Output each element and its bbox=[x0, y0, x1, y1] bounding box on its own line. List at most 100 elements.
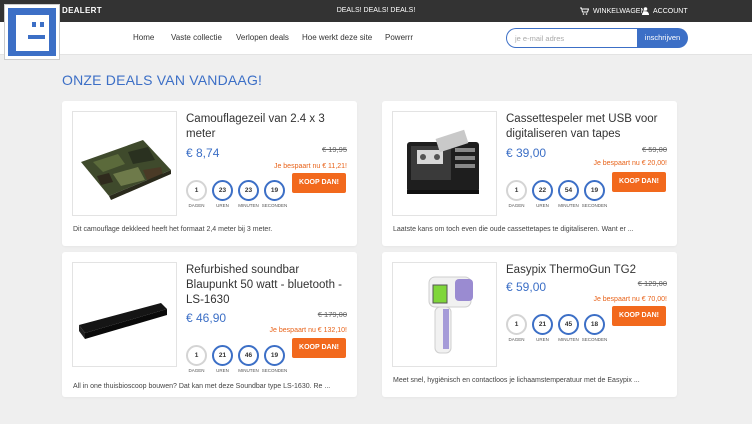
deal-price: € 46,90 bbox=[186, 311, 227, 325]
main-nav: Home Vaste collectie Verlopen deals Hoe … bbox=[0, 22, 752, 55]
cart-icon bbox=[580, 7, 589, 15]
timer-days-value: 1 bbox=[506, 180, 527, 201]
cart-link[interactable]: WINKELWAGEN bbox=[580, 7, 646, 15]
timer-seconds-label: SECONDEN bbox=[581, 337, 608, 342]
timer-days-label: DAGEN bbox=[188, 203, 205, 208]
old-price: € 59,00 bbox=[641, 145, 667, 154]
timer-seconds: 19 SECONDEN bbox=[582, 180, 607, 208]
cart-label: WINKELWAGEN bbox=[593, 7, 646, 15]
timer-days: 1 DAGEN bbox=[506, 180, 527, 208]
timer-minutes-label: MINUTEN bbox=[558, 203, 579, 208]
account-label: ACCOUNT bbox=[653, 7, 688, 15]
timer-minutes: 46 MINUTEN bbox=[238, 345, 259, 373]
nav-item-hoe-werkt[interactable]: Hoe werkt deze site bbox=[302, 33, 372, 42]
timer-minutes-label: MINUTEN bbox=[238, 368, 259, 373]
timer-days-value: 1 bbox=[186, 180, 207, 201]
deal-description: All in one thuisbioscoop bouwen? Dat kan… bbox=[73, 383, 331, 390]
subscribe-button[interactable]: inschrijven bbox=[637, 28, 688, 48]
timer-days-label: DAGEN bbox=[188, 368, 205, 373]
timer-seconds-value: 19 bbox=[264, 345, 285, 366]
countdown: 1 DAGEN 21 UREN 45 MINUTEN 18 SECONDEN bbox=[506, 314, 607, 342]
timer-days-value: 1 bbox=[506, 314, 527, 335]
timer-hours-value: 21 bbox=[532, 314, 553, 335]
timer-minutes: 23 MINUTEN bbox=[238, 180, 259, 208]
buy-button[interactable]: KOOP DAN! bbox=[612, 306, 666, 326]
nav-item-powerrr[interactable]: Powerrr bbox=[385, 33, 413, 42]
old-price: € 179,00 bbox=[317, 310, 347, 319]
old-price: € 19,95 bbox=[321, 145, 347, 154]
deal-card[interactable]: Cassettespeler met USB voor digitalisere… bbox=[382, 101, 677, 246]
timer-seconds: 19 SECONDEN bbox=[262, 180, 287, 208]
timer-seconds-label: SECONDEN bbox=[261, 368, 288, 373]
thermometer-gun-image bbox=[428, 276, 473, 354]
countdown: 1 DAGEN 22 UREN 54 MINUTEN 19 SECONDEN bbox=[506, 180, 607, 208]
buy-button[interactable]: KOOP DAN! bbox=[612, 172, 666, 192]
countdown: 1 DAGEN 21 UREN 46 MINUTEN 19 SECONDEN bbox=[186, 345, 287, 373]
nav-item-vaste-collectie[interactable]: Vaste collectie bbox=[171, 33, 222, 42]
buy-button[interactable]: KOOP DAN! bbox=[292, 338, 346, 358]
product-image[interactable] bbox=[72, 262, 177, 367]
timer-hours-label: UREN bbox=[536, 203, 549, 208]
top-bar: DEALERT DEALS! DEALS! DEALS! WINKELWAGEN… bbox=[0, 0, 752, 22]
email-input[interactable]: je e-mail adres bbox=[506, 28, 638, 48]
savings-text: Je bespaart nu € 132,10! bbox=[269, 327, 347, 334]
deal-card[interactable]: Refurbished soundbar Blaupunkt 50 watt -… bbox=[62, 252, 357, 397]
deal-description: Laatste kans om toch even die oude casse… bbox=[393, 226, 634, 233]
timer-minutes-value: 23 bbox=[238, 180, 259, 201]
timer-hours-value: 22 bbox=[532, 180, 553, 201]
deal-card[interactable]: Easypix ThermoGun TG2 € 59,00 € 129,00 J… bbox=[382, 252, 677, 397]
timer-seconds-value: 19 bbox=[584, 180, 605, 201]
deal-title[interactable]: Refurbished soundbar Blaupunkt 50 watt -… bbox=[186, 263, 346, 308]
timer-days-value: 1 bbox=[186, 345, 207, 366]
timer-hours-label: UREN bbox=[536, 337, 549, 342]
timer-hours-value: 23 bbox=[212, 180, 233, 201]
deal-price: € 39,00 bbox=[506, 146, 547, 160]
savings-text: Je bespaart nu € 11,21! bbox=[273, 163, 347, 170]
timer-minutes-label: MINUTEN bbox=[558, 337, 579, 342]
timer-days: 1 DAGEN bbox=[506, 314, 527, 342]
timer-days-label: DAGEN bbox=[508, 337, 525, 342]
timer-hours: 21 UREN bbox=[532, 314, 553, 342]
timer-seconds-label: SECONDEN bbox=[261, 203, 288, 208]
nav-item-verlopen-deals[interactable]: Verlopen deals bbox=[236, 33, 289, 42]
timer-minutes-value: 54 bbox=[558, 180, 579, 201]
deal-card[interactable]: Camouflagezeil van 2.4 x 3 meter € 8,74 … bbox=[62, 101, 357, 246]
product-image[interactable] bbox=[72, 111, 177, 216]
product-image[interactable] bbox=[392, 111, 497, 216]
deal-price: € 8,74 bbox=[186, 146, 220, 160]
deal-description: Meet snel, hygiënisch en contactloos je … bbox=[393, 377, 640, 384]
timer-hours: 22 UREN bbox=[532, 180, 553, 208]
deal-price: € 59,00 bbox=[506, 280, 547, 294]
timer-minutes-value: 46 bbox=[238, 345, 259, 366]
timer-days: 1 DAGEN bbox=[186, 345, 207, 373]
deal-description: Dit camouflage dekkleed heeft het formaa… bbox=[73, 226, 273, 233]
timer-seconds: 19 SECONDEN bbox=[262, 345, 287, 373]
timer-seconds-value: 18 bbox=[584, 314, 605, 335]
deal-title[interactable]: Camouflagezeil van 2.4 x 3 meter bbox=[186, 112, 346, 142]
timer-seconds: 18 SECONDEN bbox=[582, 314, 607, 342]
section-title: ONZE DEALS VAN VANDAAG! bbox=[62, 72, 263, 88]
product-image[interactable] bbox=[392, 262, 497, 367]
timer-seconds-value: 19 bbox=[264, 180, 285, 201]
buy-button[interactable]: KOOP DAN! bbox=[292, 173, 346, 193]
logo-eye-left bbox=[32, 22, 36, 27]
savings-text: Je bespaart nu € 20,00! bbox=[593, 160, 667, 167]
timer-minutes: 45 MINUTEN bbox=[558, 314, 579, 342]
timer-seconds-label: SECONDEN bbox=[581, 203, 608, 208]
timer-minutes: 54 MINUTEN bbox=[558, 180, 579, 208]
logo[interactable] bbox=[5, 5, 59, 59]
logo-eye-right bbox=[40, 22, 44, 27]
savings-text: Je bespaart nu € 70,00! bbox=[593, 296, 667, 303]
account-link[interactable]: ACCOUNT bbox=[642, 7, 688, 15]
old-price: € 129,00 bbox=[637, 279, 667, 288]
countdown: 1 DAGEN 23 UREN 23 MINUTEN 19 SECONDEN bbox=[186, 180, 287, 208]
deal-title[interactable]: Easypix ThermoGun TG2 bbox=[506, 263, 666, 278]
timer-hours-label: UREN bbox=[216, 203, 229, 208]
timer-hours: 23 UREN bbox=[212, 180, 233, 208]
timer-days: 1 DAGEN bbox=[186, 180, 207, 208]
soundbar-image bbox=[79, 303, 167, 339]
nav-item-home[interactable]: Home bbox=[133, 33, 154, 42]
timer-hours-label: UREN bbox=[216, 368, 229, 373]
logo-mark bbox=[16, 15, 49, 51]
deal-title[interactable]: Cassettespeler met USB voor digitalisere… bbox=[506, 112, 666, 142]
